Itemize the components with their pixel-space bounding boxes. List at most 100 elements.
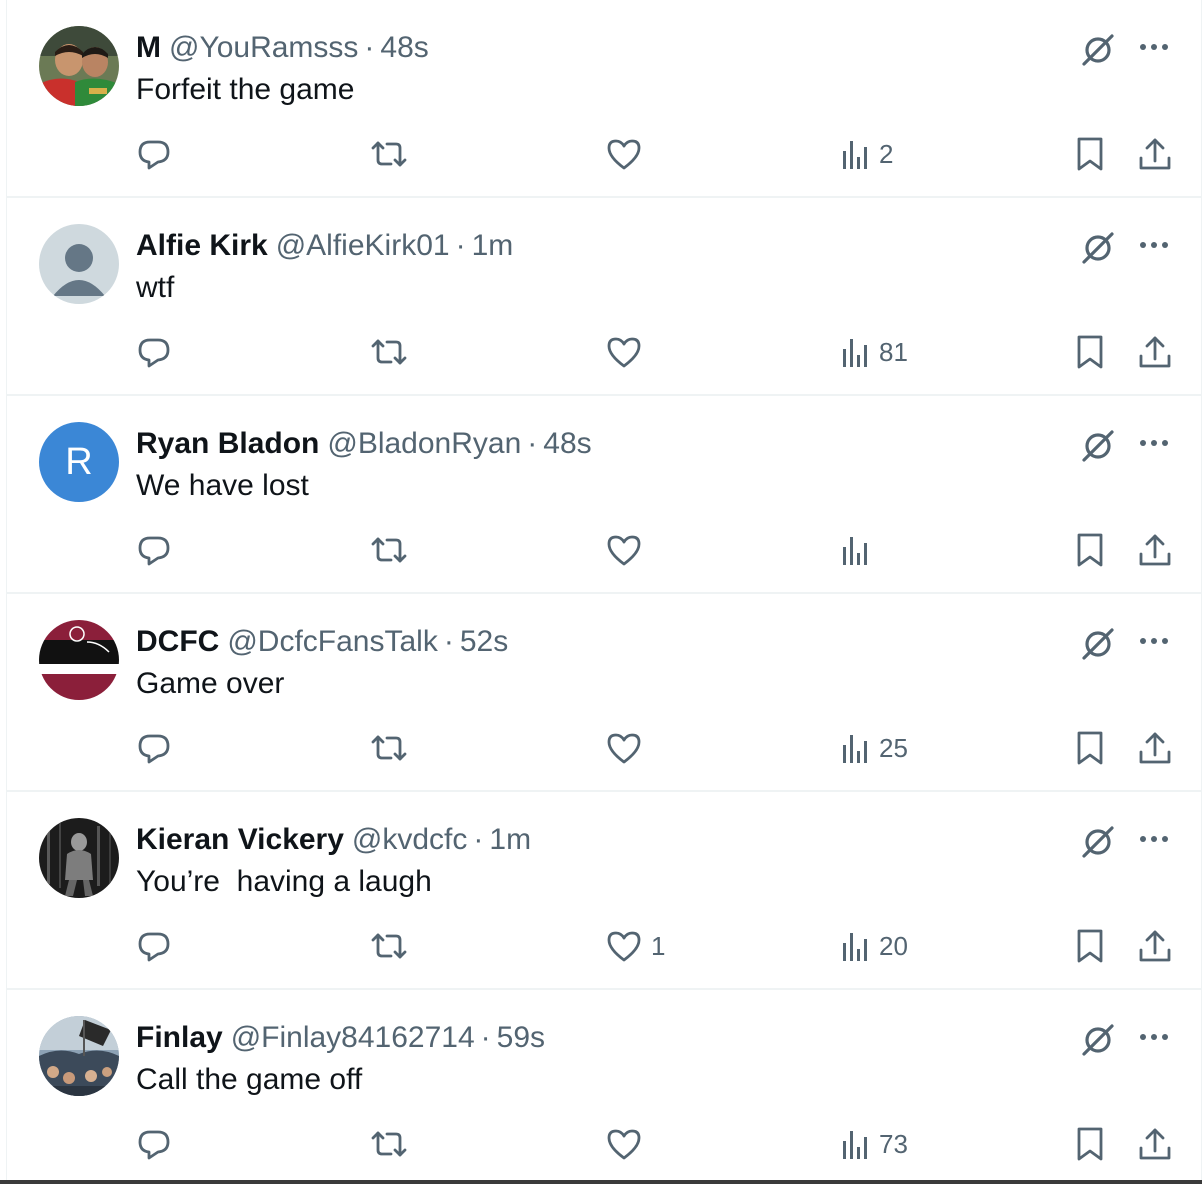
bookmark-icon xyxy=(1077,335,1103,369)
user-handle[interactable]: @BladonRyan xyxy=(327,427,521,461)
tweet-header: Kieran Vickery @kvdcfc · 1m xyxy=(136,821,531,859)
views-button[interactable]: 73 xyxy=(841,1124,908,1164)
tweet-item[interactable]: Finlay @Finlay84162714 · 59s Call the ga… xyxy=(7,990,1202,1188)
avatar[interactable] xyxy=(39,620,119,700)
views-icon xyxy=(843,537,867,565)
timestamp[interactable]: 48s xyxy=(380,31,428,65)
user-handle[interactable]: @Finlay84162714 xyxy=(231,1021,475,1055)
grok-icon[interactable] xyxy=(1078,228,1118,268)
share-button[interactable] xyxy=(1136,926,1174,966)
share-button[interactable] xyxy=(1136,530,1174,570)
more-icon[interactable] xyxy=(1137,426,1171,460)
retweet-button[interactable] xyxy=(369,134,409,174)
retweet-button[interactable] xyxy=(369,728,409,768)
grok-icon[interactable] xyxy=(1078,624,1118,664)
reply-button[interactable] xyxy=(135,332,173,372)
user-handle[interactable]: @YouRamsss xyxy=(169,31,358,65)
reply-button[interactable] xyxy=(135,134,173,174)
views-button[interactable]: 2 xyxy=(841,134,893,174)
reply-button[interactable] xyxy=(135,530,173,570)
views-icon xyxy=(843,735,867,763)
share-button[interactable] xyxy=(1136,728,1174,768)
views-icon xyxy=(843,141,867,169)
view-count: 25 xyxy=(879,732,908,763)
timestamp[interactable]: 52s xyxy=(460,625,508,659)
like-icon xyxy=(607,139,641,170)
more-icon[interactable] xyxy=(1137,822,1171,856)
retweet-icon xyxy=(371,141,407,167)
retweet-icon xyxy=(371,339,407,365)
timestamp[interactable]: 59s xyxy=(497,1021,545,1055)
bookmark-button[interactable] xyxy=(1074,332,1106,372)
tweet-item[interactable]: R Ryan Bladon @BladonRyan · 48s We have … xyxy=(7,396,1202,594)
views-button[interactable]: 25 xyxy=(841,728,908,768)
bookmark-button[interactable] xyxy=(1074,926,1106,966)
grok-icon[interactable] xyxy=(1078,30,1118,70)
tweet-item[interactable]: M @YouRamsss · 48s Forfeit the game 2 xyxy=(7,0,1202,198)
retweet-button[interactable] xyxy=(369,926,409,966)
bookmark-icon xyxy=(1077,731,1103,765)
reply-button[interactable] xyxy=(135,728,173,768)
tweet-item[interactable]: Kieran Vickery @kvdcfc · 1m You’re havin… xyxy=(7,792,1202,990)
views-button[interactable]: 20 xyxy=(841,926,908,966)
reply-button[interactable] xyxy=(135,926,173,966)
display-name[interactable]: Alfie Kirk xyxy=(136,229,268,263)
like-button[interactable]: 1 xyxy=(605,926,665,966)
bookmark-button[interactable] xyxy=(1074,530,1106,570)
like-button[interactable] xyxy=(605,1124,651,1164)
bookmark-button[interactable] xyxy=(1074,134,1106,174)
retweet-button[interactable] xyxy=(369,1124,409,1164)
more-icon[interactable] xyxy=(1137,624,1171,658)
share-icon xyxy=(1139,930,1171,962)
user-handle[interactable]: @AlfieKirk01 xyxy=(276,229,450,263)
separator-dot: · xyxy=(480,1021,491,1054)
bookmark-button[interactable] xyxy=(1074,728,1106,768)
like-button[interactable] xyxy=(605,134,651,174)
tweet-item[interactable]: Alfie Kirk @AlfieKirk01 · 1m wtf 81 xyxy=(7,198,1202,396)
separator-dot: · xyxy=(443,625,454,658)
display-name[interactable]: Kieran Vickery xyxy=(136,823,344,857)
avatar[interactable] xyxy=(39,1016,119,1096)
avatar[interactable]: R xyxy=(39,422,119,502)
user-handle[interactable]: @kvdcfc xyxy=(352,823,467,857)
display-name[interactable]: DCFC xyxy=(136,625,219,659)
views-icon xyxy=(843,339,867,367)
views-button[interactable] xyxy=(841,530,879,570)
tweet-text: Forfeit the game xyxy=(136,73,355,106)
reply-button[interactable] xyxy=(135,1124,173,1164)
avatar[interactable] xyxy=(39,26,119,106)
like-button[interactable] xyxy=(605,530,651,570)
display-name[interactable]: Ryan Bladon xyxy=(136,427,319,461)
view-count: 81 xyxy=(879,336,908,367)
like-button[interactable] xyxy=(605,728,651,768)
share-button[interactable] xyxy=(1136,1124,1174,1164)
share-button[interactable] xyxy=(1136,134,1174,174)
timestamp[interactable]: 1m xyxy=(489,823,531,857)
display-name[interactable]: Finlay xyxy=(136,1021,223,1055)
retweet-button[interactable] xyxy=(369,332,409,372)
views-button[interactable]: 81 xyxy=(841,332,908,372)
display-name[interactable]: M xyxy=(136,31,161,65)
retweet-icon xyxy=(371,1131,407,1157)
bookmark-button[interactable] xyxy=(1074,1124,1106,1164)
like-icon xyxy=(607,337,641,368)
user-handle[interactable]: @DcfcFansTalk xyxy=(227,625,438,659)
view-count: 2 xyxy=(879,138,894,169)
tweet-header: Finlay @Finlay84162714 · 59s xyxy=(136,1019,545,1057)
timestamp[interactable]: 1m xyxy=(472,229,514,263)
more-icon[interactable] xyxy=(1137,30,1171,64)
like-button[interactable] xyxy=(605,332,651,372)
tweet-item[interactable]: DCFC @DcfcFansTalk · 52s Game over 25 xyxy=(7,594,1202,792)
share-button[interactable] xyxy=(1136,332,1174,372)
avatar[interactable] xyxy=(39,818,119,898)
avatar[interactable] xyxy=(39,224,119,304)
grok-icon[interactable] xyxy=(1078,1020,1118,1060)
grok-icon[interactable] xyxy=(1078,822,1118,862)
timestamp[interactable]: 48s xyxy=(543,427,591,461)
tweet-header: DCFC @DcfcFansTalk · 52s xyxy=(136,623,508,661)
tweet-header: M @YouRamsss · 48s xyxy=(136,29,429,67)
grok-icon[interactable] xyxy=(1078,426,1118,466)
retweet-button[interactable] xyxy=(369,530,409,570)
more-icon[interactable] xyxy=(1137,1020,1171,1054)
more-icon[interactable] xyxy=(1137,228,1171,262)
